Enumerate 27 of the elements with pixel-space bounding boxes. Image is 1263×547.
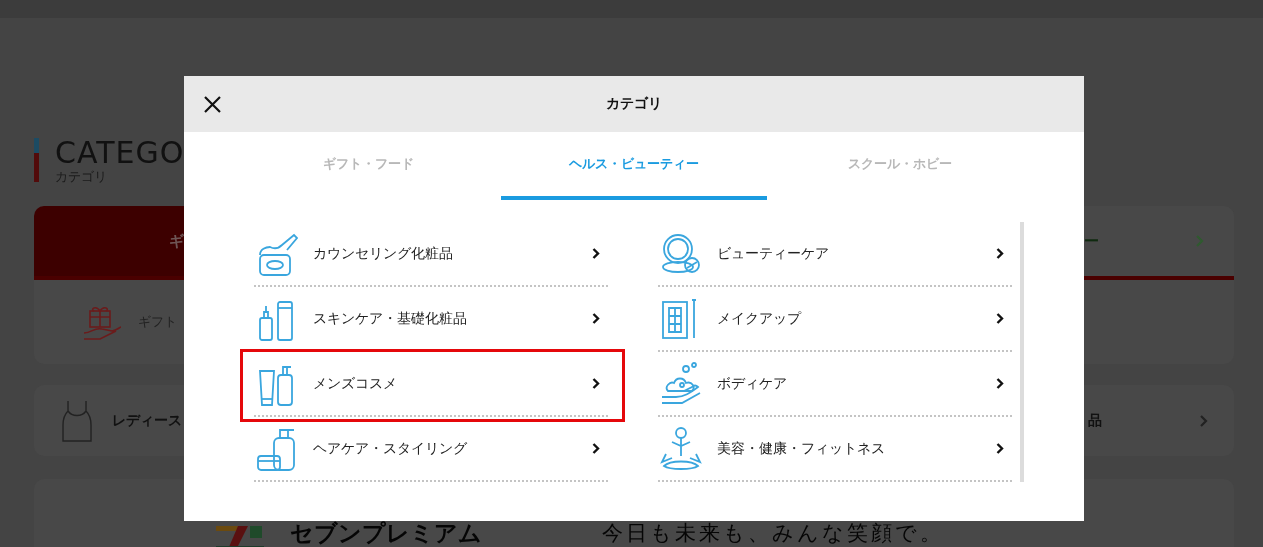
category-link[interactable]: カウンセリング化粧品 xyxy=(254,222,608,287)
category-link[interactable]: ビューティーケア xyxy=(658,222,1012,287)
chevron-icon xyxy=(996,378,1004,389)
chevron-icon xyxy=(592,378,600,389)
category-link[interactable]: ボディケア xyxy=(658,352,1012,417)
heading-accent-bar xyxy=(34,138,39,182)
dialog-title: カテゴリ xyxy=(606,95,662,113)
chevron-icon xyxy=(592,248,600,259)
chevron-icon xyxy=(1196,235,1204,247)
category-link[interactable]: ヘアケア・スタイリング xyxy=(254,417,608,482)
brand-name: セブンプレミアム xyxy=(290,520,482,546)
chevron-icon xyxy=(1200,414,1208,427)
category-link[interactable]: メイクアップ xyxy=(658,287,1012,352)
tank-top-icon xyxy=(62,399,92,442)
chevron-icon xyxy=(592,443,600,454)
category-link[interactable]: 美容・健康・フィットネス xyxy=(658,417,1012,482)
close-icon xyxy=(203,95,221,113)
category-link[interactable]: スキンケア・基礎化粧品 xyxy=(254,287,608,352)
chevron-icon xyxy=(592,313,600,324)
chevron-icon xyxy=(996,313,1004,324)
meditating-figure-icon xyxy=(660,425,702,472)
hand-with-bubbles-icon xyxy=(660,360,702,407)
scrollbar[interactable] xyxy=(1020,222,1024,482)
chevron-icon xyxy=(996,443,1004,454)
category-link[interactable]: メンズコスメ xyxy=(254,352,608,417)
brand-slogan: 今日も未来も、みんな笑顔で。 xyxy=(602,520,944,546)
chevron-icon xyxy=(996,248,1004,259)
